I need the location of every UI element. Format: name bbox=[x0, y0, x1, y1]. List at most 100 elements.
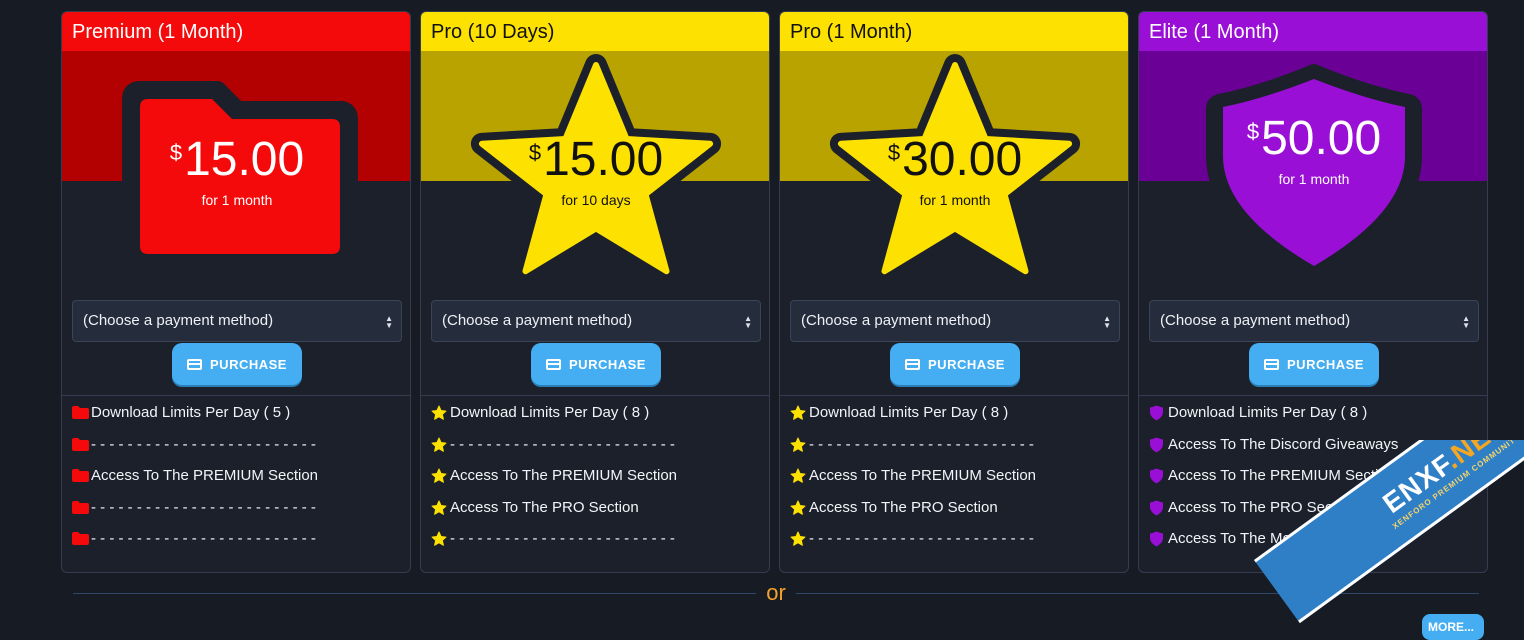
select-arrows-icon: ▲ ▼ bbox=[1462, 314, 1470, 330]
purchase-button[interactable]: PURCHASE bbox=[172, 343, 302, 385]
purchase-button[interactable]: PURCHASE bbox=[890, 343, 1020, 385]
currency-symbol: $ bbox=[1246, 119, 1260, 144]
feature-item: - - - - - - - - - - - - - - - - - - - - … bbox=[431, 436, 677, 468]
star-icon bbox=[790, 500, 807, 516]
card-divider bbox=[1139, 395, 1487, 396]
feature-item: Access To The PREMIUM Section bbox=[72, 467, 318, 499]
feature-text: Access To The PREMIUM Section bbox=[450, 467, 678, 484]
feature-text: - - - - - - - - - - - - - - - - - - - - … bbox=[450, 530, 675, 547]
feature-item: Access To The PREMIUM Section bbox=[431, 467, 677, 499]
plan-title: Premium (1 Month) bbox=[62, 12, 410, 51]
select-arrows-icon: ▲ ▼ bbox=[1103, 314, 1111, 330]
feature-item: Access To The PREMIUM Section bbox=[790, 467, 1036, 499]
feature-list: Download Limits Per Day ( 8 ) - - - - - … bbox=[431, 404, 677, 562]
star-icon bbox=[790, 437, 807, 453]
payment-method-value: (Choose a payment method) bbox=[1160, 312, 1351, 329]
feature-item: - - - - - - - - - - - - - - - - - - - - … bbox=[790, 530, 1036, 562]
feature-text: Download Limits Per Day ( 8 ) bbox=[450, 404, 650, 421]
feature-text: Access To The PREMIUM Section bbox=[1168, 467, 1396, 484]
price-period: for 1 month bbox=[919, 192, 991, 208]
purchase-button[interactable]: PURCHASE bbox=[1249, 343, 1379, 385]
payment-method-select[interactable]: (Choose a payment method) ▲ ▼ bbox=[790, 300, 1120, 342]
plan-card: Pro (10 Days) $15.00 for 10 days (Choose… bbox=[420, 11, 770, 573]
price-amount: 15.00 bbox=[543, 133, 664, 186]
feature-text: Access To The PREMIUM Section bbox=[809, 467, 1037, 484]
feature-text: - - - - - - - - - - - - - - - - - - - - … bbox=[450, 435, 675, 453]
purchase-label: PURCHASE bbox=[1287, 356, 1364, 372]
star-icon bbox=[431, 500, 448, 516]
purchase-label: PURCHASE bbox=[928, 356, 1005, 372]
feature-item: - - - - - - - - - - - - - - - - - - - - … bbox=[72, 499, 318, 531]
plan-card: Premium (1 Month) $15.00 for 1 month (Ch… bbox=[61, 11, 411, 573]
feature-item: Download Limits Per Day ( 5 ) bbox=[72, 404, 318, 436]
currency-symbol: $ bbox=[887, 140, 901, 165]
plan-badge: $50.00 for 1 month bbox=[1139, 51, 1487, 281]
plan-title: Pro (10 Days) bbox=[421, 12, 769, 51]
plan-title: Pro (1 Month) bbox=[780, 12, 1128, 51]
plan-card: Pro (1 Month) $30.00 for 1 month (Choose… bbox=[779, 11, 1129, 573]
shield-icon bbox=[1149, 531, 1166, 547]
feature-text: Access To The PRO Section bbox=[1168, 498, 1357, 516]
feature-item: Access To The PRO Section bbox=[431, 499, 677, 531]
folder-icon bbox=[72, 531, 89, 547]
card-divider bbox=[421, 395, 769, 396]
price-amount: 30.00 bbox=[902, 133, 1023, 186]
star-icon bbox=[431, 405, 448, 421]
feature-item: - - - - - - - - - - - - - - - - - - - - … bbox=[790, 436, 1036, 468]
feature-text: Access To The PRO Section bbox=[809, 498, 998, 516]
payment-method-value: (Choose a payment method) bbox=[83, 312, 274, 329]
purchase-label: PURCHASE bbox=[210, 356, 287, 372]
feature-list: Download Limits Per Day ( 5 ) - - - - - … bbox=[72, 404, 318, 562]
star-icon bbox=[431, 437, 448, 453]
feature-item: - - - - - - - - - - - - - - - - - - - - … bbox=[72, 530, 318, 562]
price-period: for 1 month bbox=[201, 192, 273, 208]
feature-text: - - - - - - - - - - - - - - - - - - - - … bbox=[809, 530, 1034, 547]
shield-icon bbox=[1149, 437, 1166, 453]
feature-text: Download Limits Per Day ( 8 ) bbox=[1168, 404, 1368, 421]
card-divider bbox=[62, 395, 410, 396]
folder-icon bbox=[72, 405, 89, 421]
star-icon bbox=[431, 468, 448, 484]
plan-price: $15.00 for 10 days bbox=[421, 133, 769, 209]
star-icon bbox=[431, 531, 448, 547]
feature-text: - - - - - - - - - - - - - - - - - - - - … bbox=[91, 498, 316, 516]
shield-icon bbox=[1149, 468, 1166, 484]
feature-text: Download Limits Per Day ( 8 ) bbox=[809, 404, 1009, 421]
feature-text: - - - - - - - - - - - - - - - - - - - - … bbox=[91, 530, 316, 547]
more-button[interactable]: MORE... bbox=[1422, 614, 1484, 640]
feature-text: Access To The Monthly VIP Assets bbox=[1168, 530, 1399, 547]
feature-item: Download Limits Per Day ( 8 ) bbox=[1149, 404, 1399, 436]
currency-symbol: $ bbox=[528, 140, 542, 165]
feature-item: Access To The Monthly VIP Assets bbox=[1149, 530, 1399, 562]
price-amount: 15.00 bbox=[184, 133, 305, 186]
credit-card-icon bbox=[1264, 358, 1280, 370]
star-icon bbox=[790, 405, 807, 421]
plan-badge: $30.00 for 1 month bbox=[780, 51, 1128, 281]
payment-method-value: (Choose a payment method) bbox=[442, 312, 633, 329]
payment-method-select[interactable]: (Choose a payment method) ▲ ▼ bbox=[72, 300, 402, 342]
feature-text: - - - - - - - - - - - - - - - - - - - - … bbox=[91, 435, 316, 453]
feature-text: Access To The PRO Section bbox=[450, 498, 639, 516]
plan-card: Elite (1 Month) $50.00 for 1 month (Choo… bbox=[1138, 11, 1488, 573]
purchase-label: PURCHASE bbox=[569, 356, 646, 372]
plan-price: $30.00 for 1 month bbox=[780, 133, 1128, 209]
payment-method-select[interactable]: (Choose a payment method) ▲ ▼ bbox=[1149, 300, 1479, 342]
feature-item: - - - - - - - - - - - - - - - - - - - - … bbox=[72, 436, 318, 468]
payment-method-select[interactable]: (Choose a payment method) ▲ ▼ bbox=[431, 300, 761, 342]
feature-item: Access To The Discord Giveaways bbox=[1149, 436, 1399, 468]
feature-text: Download Limits Per Day ( 5 ) bbox=[91, 404, 291, 421]
plan-title: Elite (1 Month) bbox=[1139, 12, 1487, 51]
feature-item: Access To The PREMIUM Section bbox=[1149, 467, 1399, 499]
payment-method-value: (Choose a payment method) bbox=[801, 312, 992, 329]
folder-icon bbox=[72, 468, 89, 484]
folder-icon bbox=[72, 500, 89, 516]
or-separator: or bbox=[756, 580, 796, 606]
card-divider bbox=[780, 395, 1128, 396]
star-icon bbox=[790, 531, 807, 547]
credit-card-icon bbox=[546, 358, 562, 370]
feature-item: Access To The PRO Section bbox=[790, 499, 1036, 531]
star-icon bbox=[790, 468, 807, 484]
currency-symbol: $ bbox=[169, 140, 183, 165]
purchase-button[interactable]: PURCHASE bbox=[531, 343, 661, 385]
feature-text: Access To The Discord Giveaways bbox=[1168, 435, 1399, 453]
